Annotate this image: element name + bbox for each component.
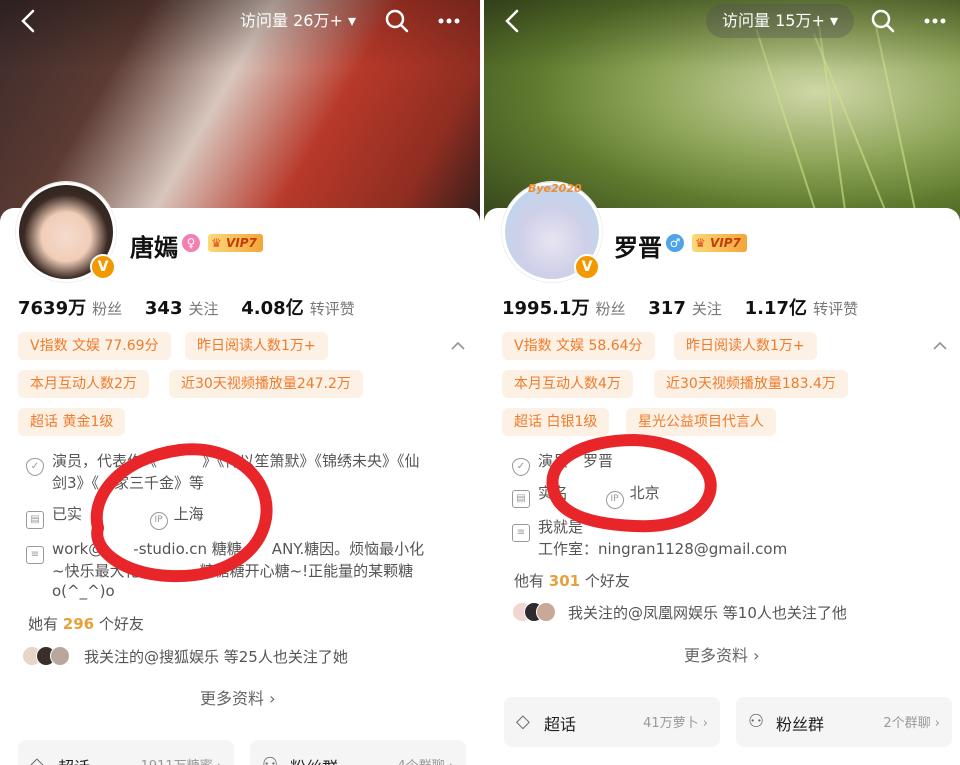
tag-charity-ambassador[interactable]: 星光公益项目代言人 [626,408,776,436]
vip-badge[interactable]: VIP7 [208,234,263,252]
friends-count[interactable]: 他有 301 个好友 [514,570,630,591]
fan-group-card[interactable]: ⚇ 粉丝群 2个群聊 › [736,697,952,747]
id-card-icon: ▤ [26,511,44,529]
more-dots-icon[interactable] [922,8,948,34]
tag-video-plays[interactable]: 近30天视频播放量247.2万 [169,370,363,398]
tag-super-topic[interactable]: 超话 白银1级 [502,408,610,436]
stat-likes[interactable]: 1.17亿 转评赞 [745,298,858,319]
super-topic-card[interactable]: ◇ 超话 41万萝卜 › [504,697,720,747]
tag-yesterday-readers[interactable]: 昨日阅读人数1万+ [185,332,328,360]
stat-following[interactable]: 343 关注 [145,298,219,319]
shield-icon: ✓ [512,458,530,476]
diamond-icon: ◇ [30,754,44,765]
stat-fans[interactable]: 7639万 粉丝 [18,298,122,319]
more-info-link[interactable]: 更多资料 › [200,685,276,709]
diamond-icon: ◇ [516,711,530,732]
bio-row: ✓ 演员 罗晋 [512,450,613,476]
mutual-avatars [512,602,558,622]
stats-row: 1995.1万 粉丝 317 关注 1.17亿 转评赞 [502,294,876,320]
vip-badge[interactable]: VIP7 [692,234,747,252]
tag-yesterday-readers[interactable]: 昨日阅读人数1万+ [674,332,817,360]
stats-row: 7639万 粉丝 343 关注 4.08亿 转评赞 [18,294,373,320]
verify-ip-row: ▤ 实名 IP 北京 [512,482,660,509]
super-topic-card[interactable]: ◇ 超话 1911万糖蜜 › [18,740,234,765]
desc-row-3: o(^_^)o [52,582,115,600]
tag-v-index[interactable]: V指数 文娱 77.69分 [18,332,171,360]
chevron-up-icon[interactable] [930,336,950,356]
fan-group-card[interactable]: ⚇ 粉丝群 4个群聊 › [250,740,466,765]
visits-dropdown[interactable]: 访问量 26万+ ▾ [224,4,372,38]
friends-count[interactable]: 她有 296 个好友 [28,613,144,634]
stat-fans[interactable]: 1995.1万 粉丝 [502,298,625,319]
top-bar: 访问量 26万+ ▾ [0,0,480,44]
top-bar: 访问量 15万+ ▾ [484,0,960,44]
more-dots-icon[interactable] [436,8,462,34]
back-arrow-icon[interactable] [16,8,42,34]
mutual-follow-row[interactable]: 我关注的@凤凰网娱乐 等10人也关注了他 [512,602,847,623]
chevron-up-icon[interactable] [448,336,468,356]
more-info-link[interactable]: 更多资料 › [684,642,760,666]
id-card-icon: ▤ [512,490,530,508]
tag-monthly-interactions[interactable]: 本月互动人数4万 [502,370,633,398]
back-arrow-icon[interactable] [500,8,526,34]
male-gender-icon: ♂ [666,234,684,252]
ip-icon: IP [149,512,168,530]
female-gender-icon: ♀ [182,234,200,252]
profile-panel-right: 访问量 15万+ ▾ Bye2020 V 罗晋 ♂ VIP7 1995.1万粉丝… [484,0,960,765]
visits-dropdown[interactable]: 访问量 15万+ ▾ [706,4,854,38]
document-icon: ≡ [512,524,530,542]
verified-v-icon: V [90,254,116,280]
document-icon: ≡ [26,546,44,564]
ip-icon: IP [605,491,624,509]
profile-name: 唐嫣 [130,234,178,262]
tag-super-topic[interactable]: 超话 黄金1级 [18,408,126,436]
tag-v-index[interactable]: V指数 文娱 58.64分 [502,332,655,360]
stat-likes[interactable]: 4.08亿 转评赞 [241,298,354,319]
mutual-follow-row[interactable]: 我关注的@搜狐娱乐 等25人也关注了她 [22,646,348,667]
tag-monthly-interactions[interactable]: 本月互动人数2万 [18,370,149,398]
search-icon[interactable] [384,8,410,34]
profile-panel-left: 访问量 26万+ ▾ V 唐嫣 ♀ VIP7 7639万粉丝 343关注 4.0… [0,0,480,765]
profile-name: 罗晋 [614,234,662,262]
desc-row-2: ~快乐最大化 糖糖糖开心糖~!正能量的某颗糖 [52,562,414,580]
bio-row-cont: 剑3》《 家三千金》等 [52,474,205,492]
group-icon: ⚇ [748,711,765,732]
stat-following[interactable]: 317 关注 [648,298,722,319]
search-icon[interactable] [870,8,896,34]
group-icon: ⚇ [262,754,279,765]
avatar-sticker: Bye2020 [528,182,582,195]
verify-ip-row: ▤ 已实 IP 上海 [26,503,204,530]
verified-v-icon: V [574,254,600,280]
shield-icon: ✓ [26,458,44,476]
desc-row-2: 工作室：ningran1128@gmail.com [538,540,788,558]
mutual-avatars [22,646,74,666]
tag-video-plays[interactable]: 近30天视频播放量183.4万 [654,370,848,398]
